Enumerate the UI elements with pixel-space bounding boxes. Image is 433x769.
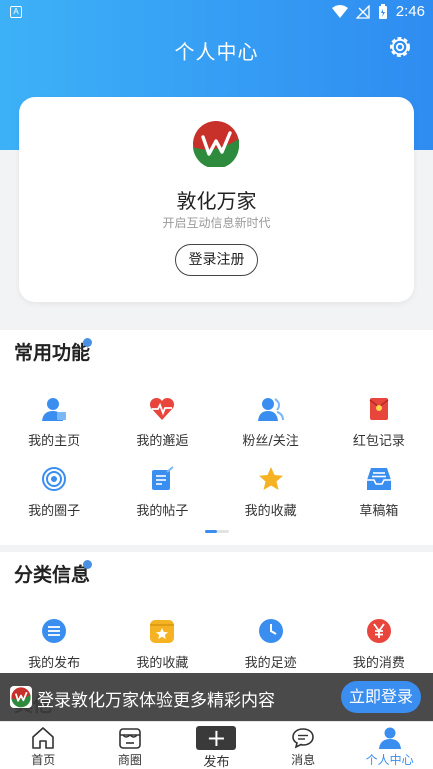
yen-icon <box>366 619 391 643</box>
bottom-navigation: 首页 商圈 + 发布 消息 个人中心 <box>0 721 433 769</box>
user-icon <box>378 727 401 749</box>
badge-dot <box>83 338 92 347</box>
drafts-icon <box>366 468 391 490</box>
clock: 2:46 <box>395 3 425 20</box>
my-spending-item[interactable]: 我的消费 <box>325 618 433 671</box>
profile-card: 敦化万家 开启互动信息新时代 登录注册 <box>19 97 414 302</box>
badge-dot <box>83 560 92 569</box>
my-encounters-item[interactable]: 我的邂逅 <box>108 396 216 449</box>
nav-shop[interactable]: 商圈 <box>87 722 174 769</box>
chat-bubble-icon <box>292 728 314 749</box>
login-register-button[interactable]: 登录注册 <box>175 244 258 276</box>
clock-icon <box>258 619 283 643</box>
nav-profile[interactable]: 个人中心 <box>346 722 433 769</box>
brand-slogan: 开启互动信息新时代 <box>162 216 271 230</box>
category-row: 我的发布 我的收藏 我的足迹 我的消费 <box>0 618 433 671</box>
common-row-1: 我的主页 我的邂逅 粉丝/关注 红包记录 <box>0 396 433 449</box>
red-packet-records-item[interactable]: 红包记录 <box>325 396 433 449</box>
my-publish-item[interactable]: 我的发布 <box>0 618 108 671</box>
post-icon <box>152 466 175 490</box>
my-posts-item[interactable]: 我的帖子 <box>108 466 216 519</box>
status-bar: A 2:46 <box>0 0 433 24</box>
brand-logo-icon <box>10 686 32 708</box>
notification-icon: A <box>10 6 22 18</box>
my-homepage-item[interactable]: 我的主页 <box>0 396 108 449</box>
home-icon <box>32 727 55 749</box>
nav-publish[interactable]: + 发布 <box>173 722 260 769</box>
settings-gear-icon[interactable] <box>387 34 413 60</box>
circle-target-icon <box>42 467 67 491</box>
brand-name: 敦化万家 <box>176 189 257 213</box>
section-title: 分类信息 <box>14 564 91 586</box>
star-box-icon <box>150 620 175 643</box>
wifi-icon <box>331 4 348 18</box>
store-icon <box>119 728 141 749</box>
login-prompt-banner: 登录敦化万家体验更多精彩内容 立即登录 <box>0 673 433 721</box>
star-icon <box>258 467 283 490</box>
my-favorites-item[interactable]: 我的收藏 <box>217 466 325 519</box>
common-functions-section: 常用功能 我的主页 我的邂逅 粉丝/关注 红包记录 我的圈子 我的帖子 我的收藏… <box>0 330 433 545</box>
common-row-2: 我的圈子 我的帖子 我的收藏 草稿箱 <box>0 466 433 519</box>
fans-follow-item[interactable]: 粉丝/关注 <box>217 396 325 449</box>
nav-messages[interactable]: 消息 <box>260 722 347 769</box>
login-now-button[interactable]: 立即登录 <box>341 681 421 713</box>
no-signal-icon <box>355 4 370 19</box>
heart-pulse-icon <box>150 397 175 420</box>
my-circle-item[interactable]: 我的圈子 <box>0 466 108 519</box>
plus-icon: + <box>196 726 237 750</box>
category-info-section: 分类信息 我的发布 我的收藏 我的足迹 我的消费 <box>0 552 433 677</box>
list-icon <box>42 619 67 643</box>
battery-icon <box>378 3 387 19</box>
my-footprints-item[interactable]: 我的足迹 <box>217 618 325 671</box>
banner-text: 登录敦化万家体验更多精彩内容 <box>37 691 275 711</box>
section-title: 常用功能 <box>14 342 91 364</box>
home-user-icon <box>42 398 67 421</box>
drafts-item[interactable]: 草稿箱 <box>325 466 433 519</box>
brand-logo-icon <box>193 121 239 167</box>
fans-icon <box>257 398 284 421</box>
category-favorites-item[interactable]: 我的收藏 <box>108 618 216 671</box>
red-envelope-icon <box>369 398 389 420</box>
page-indicator <box>205 530 229 533</box>
nav-home[interactable]: 首页 <box>0 722 87 769</box>
page-title: 个人中心 <box>174 40 259 64</box>
